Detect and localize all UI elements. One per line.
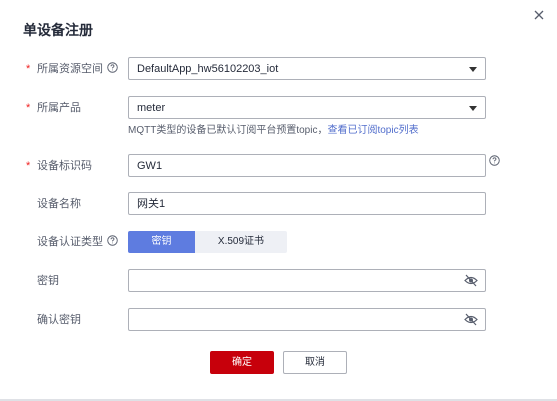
topic-hint: MQTT类型的设备已默认订阅平台预置topic，查看已订阅topic列表 (128, 125, 419, 136)
caret-down-icon (469, 106, 477, 111)
secret-input[interactable] (128, 269, 486, 292)
close-icon[interactable] (532, 8, 546, 22)
single-device-register-dialog: 单设备注册 * 所属资源空间 DefaultApp_hw56102203_iot… (0, 0, 557, 401)
required-mark: * (26, 102, 31, 114)
help-circle-icon[interactable] (107, 62, 118, 73)
help-circle-icon[interactable] (107, 235, 118, 246)
required-mark: * (26, 63, 31, 75)
secret-label: 密钥 (37, 275, 59, 287)
confirm-secret-label: 确认密钥 (37, 314, 81, 326)
confirm-button[interactable]: 确定 (210, 351, 274, 374)
node-id-label: 设备标识码 (37, 160, 92, 172)
product-select[interactable]: meter (128, 96, 486, 119)
auth-type-toggle: 密钥 X.509证书 (128, 231, 287, 253)
confirm-secret-input[interactable] (128, 308, 486, 331)
eye-slash-icon[interactable] (464, 274, 478, 287)
auth-option-secret[interactable]: 密钥 (128, 231, 195, 253)
eye-slash-icon[interactable] (464, 313, 478, 326)
product-value: meter (137, 102, 166, 114)
view-topics-link[interactable]: 查看已订阅topic列表 (327, 125, 418, 136)
node-id-value: GW1 (137, 160, 163, 172)
device-name-input[interactable]: 网关1 (128, 192, 486, 215)
auth-type-label: 设备认证类型 (37, 235, 118, 249)
resource-space-label: 所属资源空间 (37, 62, 118, 76)
help-circle-icon[interactable] (489, 155, 500, 166)
device-name-value: 网关1 (137, 198, 166, 210)
dialog-title: 单设备注册 (23, 22, 93, 38)
device-name-label: 设备名称 (37, 198, 81, 210)
auth-option-x509[interactable]: X.509证书 (195, 231, 287, 253)
resource-space-value: DefaultApp_hw56102203_iot (137, 63, 279, 75)
required-mark: * (26, 160, 31, 172)
cancel-button[interactable]: 取消 (283, 351, 347, 374)
caret-down-icon (469, 67, 477, 72)
node-id-input[interactable]: GW1 (128, 154, 486, 177)
product-label: 所属产品 (37, 102, 81, 114)
resource-space-select[interactable]: DefaultApp_hw56102203_iot (128, 57, 486, 80)
